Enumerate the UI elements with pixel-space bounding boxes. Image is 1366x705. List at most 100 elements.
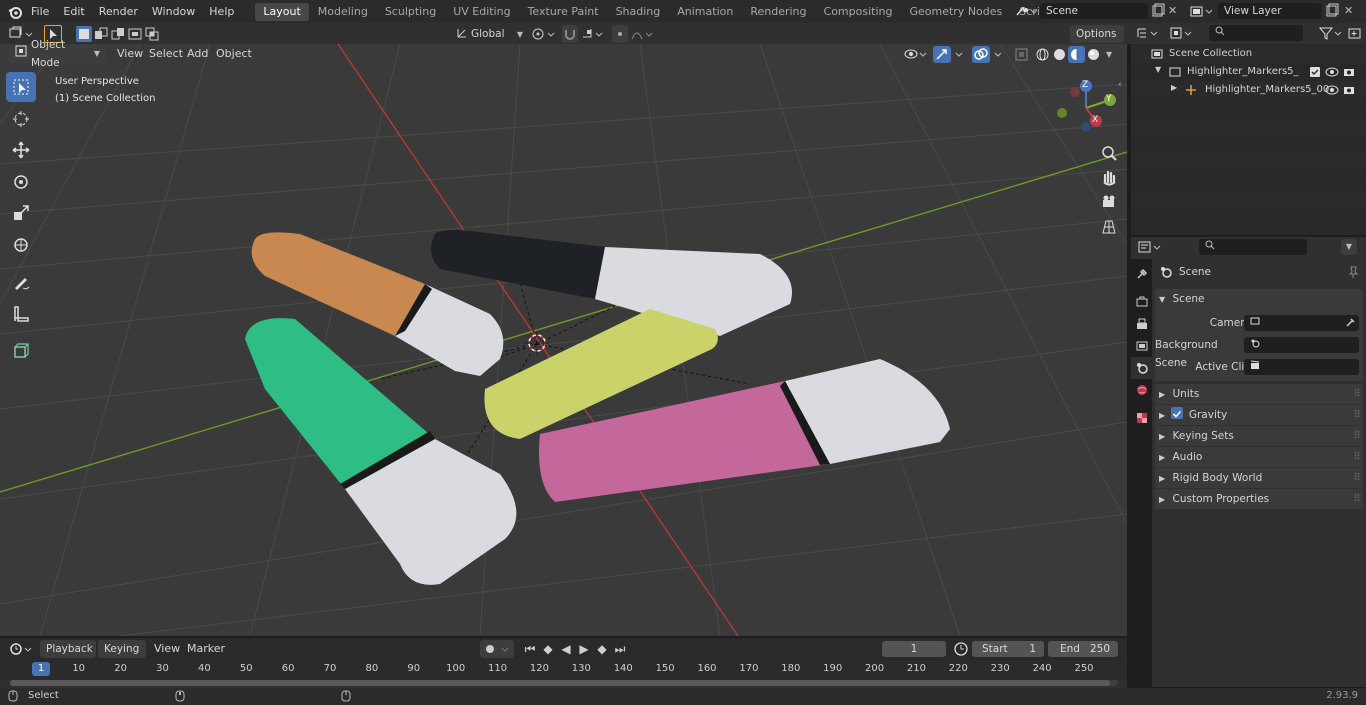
snap-toggle-icon[interactable] (562, 25, 578, 43)
view-layer-selector-icon[interactable] (1188, 3, 1216, 20)
tab-shading[interactable]: Shading (608, 3, 669, 21)
visibility-eye-icon[interactable] (1325, 84, 1339, 99)
panel-custom-properties[interactable]: ▶ Custom Properties ⠿ (1155, 489, 1363, 509)
play-icon[interactable]: ▶ (575, 640, 593, 658)
snap-settings-icon[interactable] (580, 25, 608, 43)
sidebar-toggle-icon[interactable]: ‹ (1118, 80, 1126, 92)
end-frame-field[interactable]: End 250 (1048, 641, 1118, 657)
outliner-row-object[interactable]: ▶ Highlighter_Markers5_00 (1131, 81, 1366, 99)
transform-orientation-dropdown[interactable]: Global ▼ (455, 25, 523, 43)
proportional-edit-icon[interactable] (612, 25, 628, 43)
properties-editor-type-icon[interactable] (1137, 239, 1165, 256)
tab-animation[interactable]: Animation (669, 3, 741, 21)
3d-cursor-icon[interactable] (525, 331, 549, 355)
measure-tool-icon[interactable] (6, 299, 36, 329)
timeline-editor-type-icon[interactable] (8, 640, 36, 658)
rotate-tool-icon[interactable] (6, 167, 36, 197)
timeline-menu-marker[interactable]: Marker (180, 638, 232, 660)
tab-layout[interactable]: Layout (255, 2, 309, 21)
playback-menu[interactable]: Playback ▼ (40, 640, 96, 672)
tab-compositing[interactable]: Compositing (816, 3, 901, 21)
select-extend-icon[interactable] (93, 26, 109, 42)
material-preview-shading-icon[interactable] (1068, 46, 1085, 63)
select-box-tool-icon[interactable] (6, 72, 36, 102)
camera-field[interactable] (1244, 315, 1359, 331)
select-subtract-icon[interactable] (110, 26, 126, 42)
timeline-scrollbar-thumb[interactable] (10, 680, 1110, 686)
add-cube-tool-icon[interactable] (6, 336, 36, 366)
gizmo-toggle-icon[interactable] (933, 46, 967, 63)
drag-handle-icon[interactable]: ⠿ (1353, 426, 1361, 446)
active-clip-field[interactable] (1244, 359, 1359, 375)
perspective-grid-icon[interactable] (1098, 216, 1120, 238)
select-intersect-icon[interactable] (144, 26, 160, 42)
exclude-checkbox-icon[interactable] (1309, 66, 1321, 81)
start-frame-field[interactable]: Start 1 (972, 641, 1044, 657)
scene-tab-icon[interactable] (1131, 357, 1152, 379)
panel-units[interactable]: ▶ Units ⠿ (1155, 384, 1363, 404)
panel-rigid-body-world[interactable]: ▶ Rigid Body World ⠿ (1155, 468, 1363, 488)
outliner-row-collection[interactable]: ▼ Highlighter_Markers5_ (1131, 63, 1366, 81)
timeline-ruler[interactable]: 1 10 20 30 40 50 60 70 80 90 100 110 120 130 140 150 160… (0, 660, 1127, 680)
solid-shading-icon[interactable] (1051, 46, 1068, 63)
new-collection-icon[interactable] (1347, 25, 1363, 42)
select-invert-icon[interactable] (127, 26, 143, 42)
cursor-tool-icon[interactable] (6, 104, 36, 134)
tab-modeling[interactable]: Modeling (310, 3, 376, 21)
tab-uv-editing[interactable]: UV Editing (445, 3, 518, 21)
xray-toggle-icon[interactable] (1013, 46, 1031, 63)
viewport-menu-object[interactable]: Object (209, 43, 259, 64)
scene-selector-icon[interactable] (1013, 3, 1038, 20)
delete-view-layer-icon[interactable]: ✕ (1344, 4, 1356, 18)
menu-edit[interactable]: Edit (56, 0, 91, 23)
object-mode-dropdown[interactable]: Object Mode ▼ (9, 39, 106, 69)
pin-icon[interactable] (1347, 265, 1359, 282)
play-reverse-icon[interactable]: ◀ (557, 640, 575, 658)
view-layer-field[interactable]: View Layer (1218, 3, 1322, 19)
delete-scene-icon[interactable]: ✕ (1168, 4, 1180, 18)
jump-start-icon[interactable]: ⏮ (521, 640, 539, 658)
render-camera-icon[interactable] (1343, 66, 1355, 81)
properties-search-input[interactable] (1199, 239, 1307, 255)
visibility-eye-icon[interactable] (1325, 66, 1339, 81)
outliner-row-scene-collection[interactable]: Scene Collection (1131, 45, 1366, 63)
overlay-toggle-icon[interactable] (972, 46, 1006, 63)
gravity-checkbox[interactable] (1170, 407, 1183, 419)
keying-menu[interactable]: Keying ▼ (98, 640, 146, 672)
preview-range-clock-icon[interactable] (952, 640, 970, 658)
jump-end-icon[interactable]: ⏭ (611, 640, 629, 658)
scene-section-header[interactable]: ▼ Scene (1155, 289, 1363, 309)
zoom-icon[interactable] (1098, 142, 1120, 164)
record-button[interactable] (480, 640, 514, 658)
world-tab-icon[interactable] (1131, 379, 1152, 401)
visibility-filter-icon[interactable] (902, 46, 930, 63)
tab-sculpting[interactable]: Sculpting (377, 3, 444, 21)
display-mode-icon[interactable] (1169, 25, 1195, 42)
render-tab-icon[interactable] (1131, 291, 1152, 313)
menu-help[interactable]: Help (202, 0, 241, 23)
new-view-layer-icon[interactable] (1324, 3, 1340, 19)
move-tool-icon[interactable] (6, 135, 36, 165)
menu-file[interactable]: File (24, 0, 56, 23)
wireframe-shading-icon[interactable] (1034, 46, 1051, 63)
render-camera-icon[interactable] (1343, 84, 1355, 99)
menu-window[interactable]: Window (145, 0, 202, 23)
timeline-scrollbar[interactable] (10, 680, 1118, 686)
pan-hand-icon[interactable] (1098, 166, 1120, 188)
drag-handle-icon[interactable]: ⠿ (1353, 447, 1361, 467)
scene-name-field[interactable]: Scene (1040, 3, 1148, 19)
panel-gravity[interactable]: ▶ Gravity ⠿ (1155, 405, 1363, 425)
drag-handle-icon[interactable]: ⠿ (1353, 468, 1361, 488)
drag-handle-icon[interactable]: ⠿ (1353, 405, 1361, 425)
pivot-point-icon[interactable] (530, 25, 560, 43)
outliner-search-input[interactable] (1209, 25, 1303, 41)
annotate-tool-icon[interactable] (6, 267, 36, 297)
tab-texture-paint[interactable]: Texture Paint (520, 3, 607, 21)
outliner-editor-type-icon[interactable] (1135, 25, 1163, 42)
panel-audio[interactable]: ▶ Audio ⠿ (1155, 447, 1363, 467)
scale-tool-icon[interactable] (6, 198, 36, 228)
transform-tool-icon[interactable] (6, 230, 36, 260)
drag-handle-icon[interactable]: ⠿ (1353, 384, 1361, 404)
camera-view-icon[interactable] (1098, 191, 1120, 213)
new-scene-icon[interactable] (1150, 3, 1166, 19)
